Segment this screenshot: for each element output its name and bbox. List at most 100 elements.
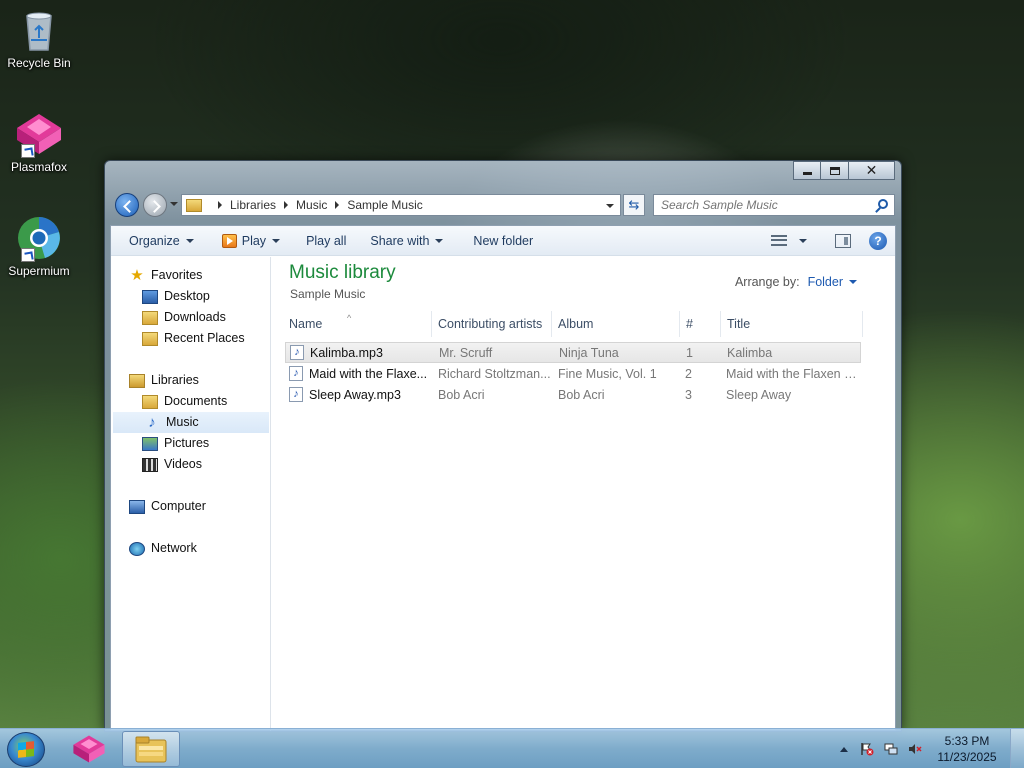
file-name-cell: ♪ Kalimba.mp3 — [286, 345, 434, 360]
taskbar-windows-explorer[interactable] — [122, 731, 180, 767]
breadcrumb-sample-music[interactable]: Sample Music — [347, 198, 422, 212]
nav-desktop[interactable]: Desktop — [142, 286, 210, 307]
desktop-icon-recycle-bin[interactable]: Recycle Bin — [4, 6, 74, 70]
window-controls: ✕ — [793, 161, 895, 180]
recycle-bin-icon — [15, 6, 63, 54]
change-view-button[interactable] — [767, 229, 811, 253]
breadcrumb-music[interactable]: Music — [296, 198, 327, 212]
chevron-down-icon — [799, 238, 807, 243]
nav-network[interactable]: Network — [129, 538, 197, 559]
file-list-pane: Music library Sample Music Arrange by: F… — [272, 257, 895, 731]
minimize-button[interactable] — [793, 161, 821, 180]
nav-documents[interactable]: Documents — [142, 391, 227, 412]
nav-label: Network — [151, 541, 197, 555]
audio-file-icon: ♪ — [290, 345, 304, 360]
help-icon[interactable]: ? — [869, 231, 887, 250]
desktop-icon-label: Recycle Bin — [7, 56, 71, 70]
music-note-icon: ♪ — [148, 413, 156, 431]
action-center-flag-icon[interactable] — [860, 742, 874, 756]
nav-favorites[interactable]: ★ Favorites — [129, 265, 202, 286]
column-label: Album — [558, 317, 594, 331]
organize-button[interactable]: Organize — [111, 229, 205, 253]
audio-file-icon: ♪ — [289, 387, 303, 402]
plasmafox-icon — [15, 110, 63, 158]
file-row[interactable]: ♪ Sleep Away.mp3 Bob Acri Bob Acri 3 Sle… — [285, 384, 861, 405]
network-status-icon[interactable] — [884, 742, 898, 756]
nav-music[interactable]: ♪ Music — [113, 412, 269, 433]
chevron-down-icon — [849, 280, 857, 284]
taskbar-plasmafox[interactable] — [60, 731, 118, 767]
windows-explorer-icon — [135, 736, 167, 763]
plasmafox-icon — [73, 735, 105, 763]
column-header-track-number[interactable]: # — [680, 311, 721, 337]
desktop-icon-supermium[interactable]: Supermium — [4, 214, 74, 278]
forward-button[interactable] — [143, 193, 167, 217]
minimize-icon — [802, 172, 812, 175]
downloads-icon — [142, 310, 158, 325]
volume-muted-icon[interactable] — [908, 742, 922, 756]
file-row[interactable]: ♪ Kalimba.mp3 Mr. Scruff Ninja Tuna 1 Ka… — [285, 342, 861, 363]
navigation-bar: Libraries Music Sample Music ⇆ — [113, 191, 895, 219]
new-folder-button[interactable]: New folder — [462, 229, 544, 253]
file-name: Sleep Away.mp3 — [309, 387, 401, 402]
folder-icon — [186, 198, 202, 212]
play-all-button[interactable]: Play all — [295, 229, 357, 253]
start-button[interactable] — [7, 732, 45, 767]
breadcrumb-libraries[interactable]: Libraries — [230, 198, 276, 212]
chevron-down-icon — [435, 238, 444, 243]
libraries-icon — [129, 373, 145, 388]
refresh-button[interactable]: ⇆ — [623, 194, 645, 216]
nav-label: Recent Places — [164, 331, 245, 345]
refresh-icon: ⇆ — [628, 197, 640, 212]
column-header-album[interactable]: Album — [552, 311, 680, 337]
share-with-button[interactable]: Share with — [359, 229, 454, 253]
nav-label: Favorites — [151, 268, 203, 282]
file-album: Bob Acri — [558, 387, 605, 402]
nav-videos[interactable]: Videos — [142, 454, 202, 475]
system-tray: 5:33 PM 11/23/2025 — [840, 729, 1024, 768]
close-button[interactable]: ✕ — [849, 161, 895, 180]
file-list: ♪ Kalimba.mp3 Mr. Scruff Ninja Tuna 1 Ka… — [285, 342, 861, 405]
nav-recent-places[interactable]: Recent Places — [142, 328, 245, 349]
nav-label: Desktop — [164, 289, 210, 303]
breadcrumb-separator-icon[interactable] — [284, 201, 289, 209]
taskbar: 5:33 PM 11/23/2025 — [0, 728, 1024, 768]
desktop-icon-plasmafox[interactable]: Plasmafox — [4, 110, 74, 174]
preview-pane-icon[interactable] — [835, 233, 851, 248]
address-bar[interactable]: Libraries Music Sample Music — [181, 194, 621, 216]
nav-computer[interactable]: Computer — [129, 496, 206, 517]
arrange-by-value: Folder — [807, 275, 843, 289]
maximize-button[interactable] — [821, 161, 849, 180]
file-artist: Bob Acri — [438, 387, 485, 402]
breadcrumb-separator-icon[interactable] — [218, 201, 222, 209]
network-icon — [129, 541, 145, 556]
nav-label: Libraries — [151, 373, 199, 387]
recent-pages-dropdown[interactable] — [170, 202, 178, 206]
nav-label: Music — [166, 415, 199, 429]
back-button[interactable] — [115, 193, 139, 217]
nav-downloads[interactable]: Downloads — [142, 307, 226, 328]
videos-icon — [142, 457, 158, 472]
search-icon[interactable] — [878, 199, 888, 209]
view-controls: ? — [767, 229, 895, 253]
play-button[interactable]: Play — [211, 229, 291, 253]
address-dropdown-icon[interactable] — [606, 204, 614, 208]
column-header-name[interactable]: ^ Name — [283, 311, 432, 337]
search-input[interactable] — [654, 195, 864, 215]
documents-icon — [142, 394, 158, 409]
arrange-by-dropdown[interactable]: Folder — [808, 275, 857, 289]
breadcrumb-separator-icon[interactable] — [335, 201, 340, 209]
show-hidden-icons-icon[interactable] — [840, 746, 848, 752]
clock[interactable]: 5:33 PM 11/23/2025 — [932, 733, 1002, 765]
column-header-title[interactable]: Title — [721, 311, 863, 337]
column-header-contributing-artists[interactable]: Contributing artists — [432, 311, 552, 337]
library-subtitle: Sample Music — [290, 287, 366, 301]
nav-libraries[interactable]: Libraries — [129, 370, 199, 391]
show-desktop-button[interactable] — [1010, 729, 1024, 768]
library-title: Music library — [289, 262, 396, 283]
close-icon: ✕ — [865, 162, 878, 178]
play-all-label: Play all — [306, 233, 347, 248]
nav-pictures[interactable]: Pictures — [142, 433, 209, 454]
file-row[interactable]: ♪ Maid with the Flaxe... Richard Stoltzm… — [285, 363, 861, 384]
star-icon: ★ — [130, 266, 144, 284]
